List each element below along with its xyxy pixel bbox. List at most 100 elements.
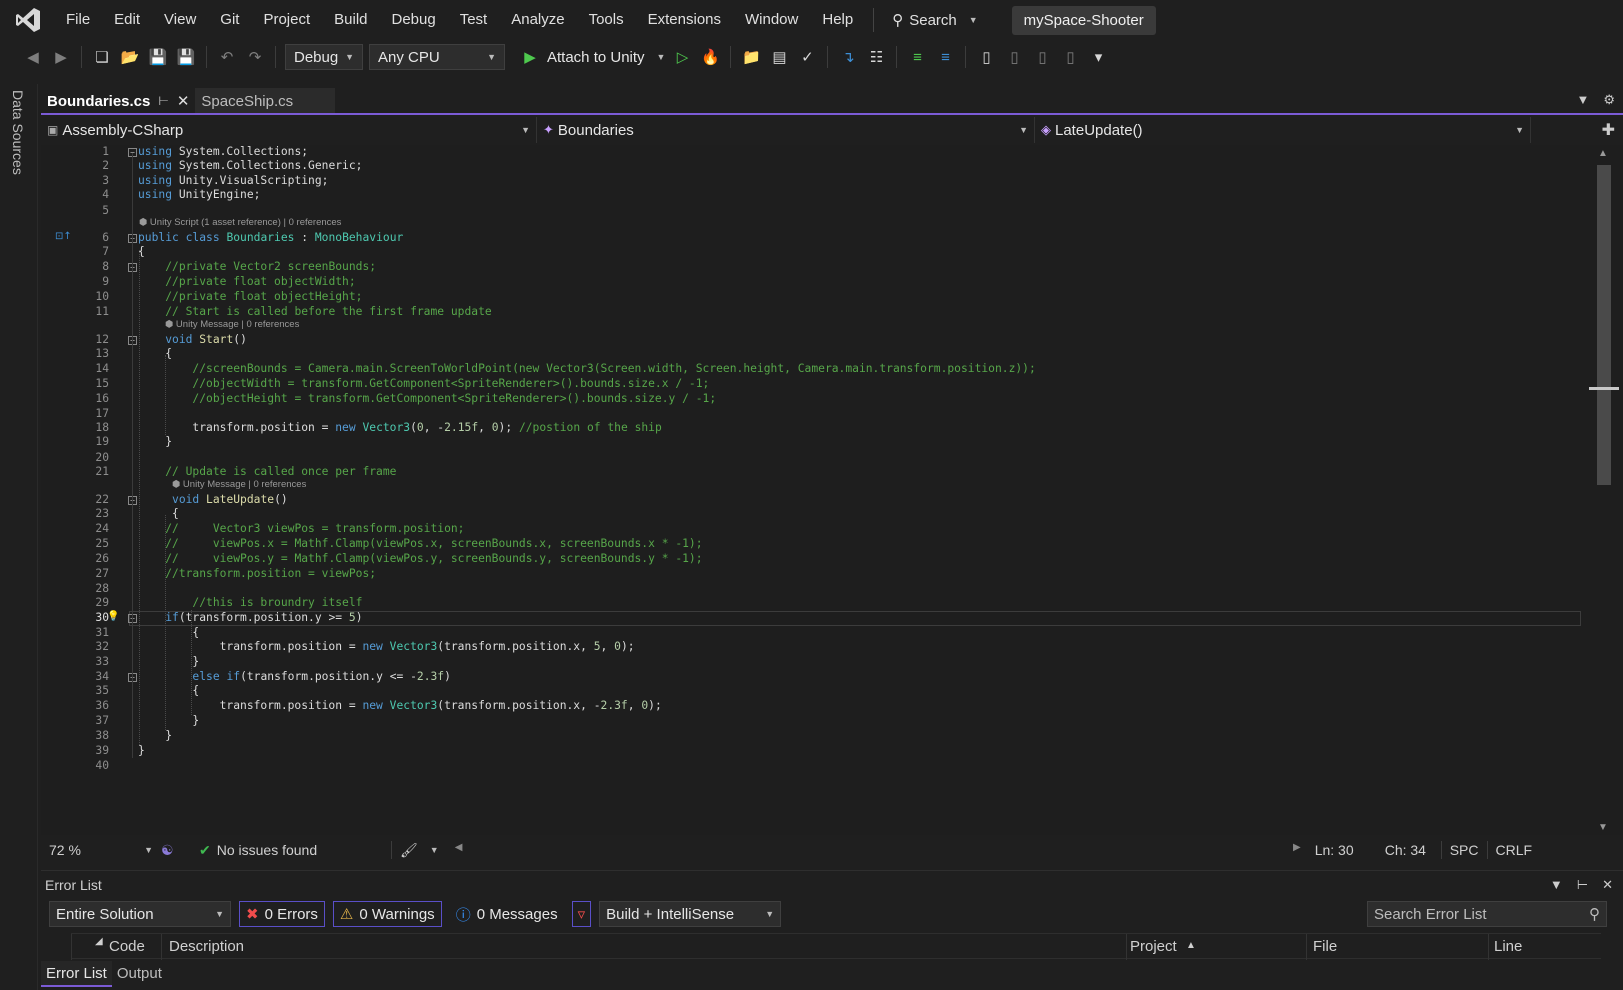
code-line[interactable]: 2 using System.Collections.Generic; — [41, 159, 1581, 174]
menu-tools[interactable]: Tools — [577, 0, 636, 40]
code-line[interactable]: 19 } — [41, 435, 1581, 450]
platform-select[interactable]: Any CPU ▼ — [369, 44, 505, 70]
menu-help[interactable]: Help — [810, 0, 865, 40]
visual-studio-logo-icon[interactable] — [14, 6, 42, 34]
code-line[interactable]: 32 transform.position = new Vector3(tran… — [41, 640, 1581, 655]
menu-debug[interactable]: Debug — [380, 0, 448, 40]
source-select[interactable]: Build + IntelliSense ▼ — [599, 901, 782, 927]
code-text[interactable]: public class Boundaries : MonoBehaviour — [138, 231, 403, 244]
menu-git[interactable]: Git — [208, 0, 251, 40]
code-text[interactable]: //private Vector2 screenBounds; — [138, 260, 376, 273]
spacing-indicator[interactable]: SPC — [1442, 838, 1487, 862]
scroll-right-icon[interactable]: ▶ — [1293, 842, 1301, 853]
line-ending-indicator[interactable]: CRLF — [1488, 838, 1541, 862]
indent-icon[interactable]: ≡ — [906, 46, 928, 68]
code-line[interactable]: 18 transform.position = new Vector3(0, -… — [41, 421, 1581, 436]
code-line[interactable]: 14 //screenBounds = Camera.main.ScreenTo… — [41, 362, 1581, 377]
copilot-icon[interactable]: ☯ — [161, 842, 191, 859]
code-line[interactable]: 35 { — [41, 684, 1581, 699]
step-into-icon[interactable]: ↴ — [837, 46, 859, 68]
code-text[interactable]: //transform.position = viewPos; — [138, 567, 376, 580]
close-icon[interactable]: ✕ — [177, 92, 190, 110]
code-line[interactable]: 21 // Update is called once per frame — [41, 465, 1581, 480]
tab-error-list[interactable]: Error List — [41, 961, 112, 987]
navigate-forward-icon[interactable]: ▶ — [50, 46, 72, 68]
find-in-files-icon[interactable]: ☷ — [865, 46, 887, 68]
spell-check-icon[interactable]: ✓ — [796, 46, 818, 68]
menu-project[interactable]: Project — [251, 0, 322, 40]
data-sources-tab[interactable]: Data Sources — [10, 90, 26, 175]
column-file[interactable]: File — [1313, 938, 1337, 955]
code-line[interactable]: 10 //private float objectHeight; — [41, 290, 1581, 305]
codelens-annotation[interactable]: ⬢ Unity Script (1 asset reference) | 0 r… — [139, 217, 341, 229]
code-text[interactable]: void Start() — [138, 333, 247, 346]
code-line[interactable]: 27 //transform.position = viewPos; — [41, 567, 1581, 582]
column-line[interactable]: Line — [1494, 938, 1522, 955]
open-folder-icon[interactable]: 📂 — [119, 46, 141, 68]
tab-boundaries-cs[interactable]: Boundaries.cs ⊢ ✕ — [41, 88, 196, 114]
code-line[interactable]: 7{ — [41, 245, 1581, 260]
menu-extensions[interactable]: Extensions — [636, 0, 733, 40]
code-line[interactable]: 31 { — [41, 626, 1581, 641]
type-dropdown[interactable]: ✦ Boundaries ▼ — [537, 117, 1035, 143]
code-line[interactable]: 39} — [41, 744, 1581, 759]
code-text[interactable]: { — [138, 507, 179, 520]
code-line[interactable]: 34 else if(transform.position.y <= -2.3f… — [41, 670, 1581, 685]
menu-view[interactable]: View — [152, 0, 208, 40]
code-text[interactable]: //objectWidth = transform.GetComponent<S… — [138, 377, 709, 390]
member-dropdown[interactable]: ◈ LateUpdate() ▼ — [1035, 117, 1531, 143]
menu-test[interactable]: Test — [448, 0, 500, 40]
lightbulb-icon[interactable]: 💡 — [107, 611, 119, 622]
code-line[interactable]: 38 } — [41, 729, 1581, 744]
panel-close-icon[interactable]: ✕ — [1602, 877, 1613, 893]
code-text[interactable]: } — [138, 714, 199, 727]
filter-button[interactable]: ▿ — [571, 901, 592, 927]
new-project-icon[interactable]: ❏ — [91, 46, 113, 68]
code-text[interactable]: } — [138, 435, 172, 448]
code-line[interactable]: 40 — [41, 759, 1581, 774]
code-line[interactable]: 26 // viewPos.y = Mathf.Clamp(viewPos.y,… — [41, 552, 1581, 567]
code-line[interactable]: 20 — [41, 451, 1581, 466]
code-text[interactable]: // viewPos.y = Mathf.Clamp(viewPos.y, sc… — [138, 552, 702, 565]
previous-bookmark-icon[interactable]: ▯ — [1003, 46, 1025, 68]
code-line[interactable]: 17 — [41, 407, 1581, 422]
undo-icon[interactable]: ↶ — [216, 46, 238, 68]
column-description[interactable]: Description — [169, 938, 244, 955]
code-line[interactable]: 12 void Start() − — [41, 333, 1581, 348]
codelens-annotation[interactable]: ⬢ Unity Message | 0 references — [165, 319, 299, 331]
code-text[interactable]: transform.position = new Vector3(transfo… — [138, 640, 635, 653]
issues-indicator[interactable]: ✔ No issues found — [191, 838, 391, 862]
code-text[interactable]: } — [138, 744, 145, 757]
search-error-list-input[interactable]: Search Error List ⚲ — [1367, 901, 1607, 927]
code-text[interactable]: //this is broundry itself — [138, 596, 362, 609]
split-editor-icon[interactable]: ✚ — [1602, 120, 1615, 140]
toolbar-overflow-icon[interactable]: ▾ — [1087, 46, 1109, 68]
menu-edit[interactable]: Edit — [102, 0, 152, 40]
code-line[interactable]: 8 //private Vector2 screenBounds; − — [41, 260, 1581, 275]
code-text[interactable]: //private float objectHeight; — [138, 290, 362, 303]
code-text[interactable]: //screenBounds = Camera.main.ScreenToWor… — [138, 362, 1035, 375]
code-line[interactable]: 15 //objectWidth = transform.GetComponen… — [41, 377, 1581, 392]
code-line[interactable]: 28 — [41, 582, 1581, 597]
code-line[interactable]: 13 { — [41, 347, 1581, 362]
menu-build[interactable]: Build — [322, 0, 379, 40]
code-editor[interactable]: 1 using System.Collections; −2 using System… — [41, 145, 1591, 835]
code-line[interactable]: 29 //this is broundry itself — [41, 596, 1581, 611]
attach-to-unity-button[interactable]: ▶ Attach to Unity ▼ — [519, 46, 665, 68]
code-line[interactable]: 23 { — [41, 507, 1581, 522]
scope-select[interactable]: Entire Solution ▼ — [49, 901, 231, 927]
code-line[interactable]: 22 void LateUpdate() − — [41, 493, 1581, 508]
code-line[interactable]: 1 using System.Collections; − — [41, 145, 1581, 160]
menu-file[interactable]: File — [54, 0, 102, 40]
code-line[interactable]: 24 // Vector3 viewPos = transform.positi… — [41, 522, 1581, 537]
code-line[interactable]: 33 } — [41, 655, 1581, 670]
code-text[interactable]: using Unity.VisualScripting; — [138, 174, 328, 187]
code-text[interactable]: // Vector3 viewPos = transform.position; — [138, 522, 464, 535]
project-dropdown[interactable]: ▣ Assembly-CSharp ▼ — [41, 117, 537, 143]
code-text[interactable]: void LateUpdate() — [138, 493, 288, 506]
codelens-annotation[interactable]: ⬢ Unity Message | 0 references — [172, 479, 306, 491]
tab-output[interactable]: Output — [112, 961, 167, 987]
outdent-icon[interactable]: ≡ — [934, 46, 956, 68]
char-indicator[interactable]: Ch: 34 — [1377, 838, 1441, 862]
save-icon[interactable]: 💾 — [147, 46, 169, 68]
